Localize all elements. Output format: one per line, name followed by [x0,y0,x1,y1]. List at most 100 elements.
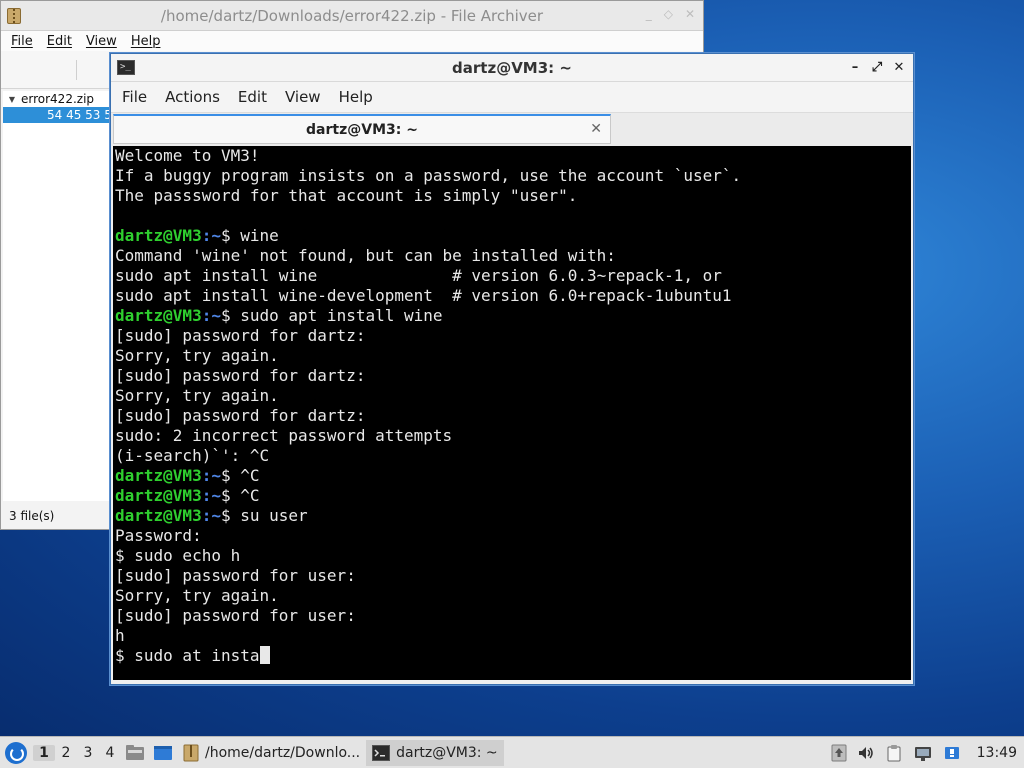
terminal-prompt-line: dartz@VM3:~$ sudo apt install wine [115,306,911,326]
tree-item-child[interactable]: 54 45 53 5 [3,107,111,123]
tree-item-label: error422.zip [21,92,95,106]
prompt-user: dartz@VM3 [115,506,202,525]
line-text: (i-search)`': ^C [115,446,270,465]
volume-icon[interactable] [857,744,875,762]
line-text: $ ^C [220,466,260,485]
archiver-menu-edit[interactable]: Edit [47,34,72,49]
archiver-maximize-button[interactable]: ◇ [664,7,673,21]
terminal-line: Command 'wine' not found, but can be ins… [115,246,911,266]
line-text: sudo: 2 incorrect password attempts [115,426,453,445]
line-text: [sudo] password for dartz: [115,326,366,345]
workspace-2[interactable]: 2 [55,745,77,761]
line-text: Password: [115,526,202,545]
workspace-switcher: 1 2 3 4 [33,744,121,761]
tab-label: dartz@VM3: ~ [306,121,418,138]
line-text: $ sudo apt install wine [220,306,443,325]
workspace-4[interactable]: 4 [99,745,121,761]
tree-item-label: 54 45 53 5 [47,108,111,122]
menu-file[interactable]: File [113,88,156,106]
update-notifier-icon[interactable] [831,744,847,762]
prompt-user: dartz@VM3 [115,466,202,485]
line-text: $ sudo echo h [115,546,241,565]
expand-arrow-icon[interactable]: ▼ [3,95,21,104]
terminal-line: [sudo] password for dartz: [115,406,911,426]
file-manager-icon[interactable] [125,744,145,762]
archiver-menu-view[interactable]: View [86,34,117,49]
terminal-line: h [115,626,911,646]
terminal-line: [sudo] password for dartz: [115,326,911,346]
tab-close-icon[interactable]: ✕ [590,121,602,137]
start-menu-icon[interactable] [5,741,27,764]
archive-tree[interactable]: ▼ error422.zip 54 45 53 5 [3,91,111,501]
terminal-line: Password: [115,526,911,546]
archiver-minimize-button[interactable]: _ [646,7,652,21]
prompt-path: :~ [201,306,221,325]
archiver-title: /home/dartz/Downloads/error422.zip - Fil… [160,6,544,25]
line-text: $ ^C [220,486,260,505]
line-text: h [115,626,125,645]
menu-help[interactable]: Help [330,88,382,106]
system-tray: 13:49 [831,744,1024,762]
clipboard-icon[interactable] [885,744,903,762]
workspace-1[interactable]: 1 [33,744,55,761]
archiver-menu-file[interactable]: File [11,34,33,49]
tree-item-root[interactable]: ▼ error422.zip [3,91,111,107]
line-text: If a buggy program insists on a password… [115,166,742,185]
terminal-prompt-line: dartz@VM3:~$ wine [115,226,911,246]
task-label: /home/dartz/Downlo... [205,744,361,761]
terminal-icon: >_ [117,60,135,75]
prompt-user: dartz@VM3 [115,226,202,245]
taskbar: 1 2 3 4 /home/dartz/Downlo... dartz@VM3:… [0,736,1024,768]
line-text: Welcome to VM3! [115,146,260,165]
terminal-line: $ sudo echo h [115,546,911,566]
terminal-line: Sorry, try again. [115,386,911,406]
terminal-prompt-line: dartz@VM3:~$ ^C [115,466,911,486]
archiver-close-button[interactable]: ✕ [685,7,695,21]
terminal-icon [372,744,391,761]
task-file-archiver[interactable]: /home/dartz/Downlo... [177,740,366,766]
terminal-line: $ sudo at insta [115,646,911,666]
line-text: [sudo] password for user: [115,566,356,585]
terminal-line: (i-search)`': ^C [115,446,911,466]
terminal-menubar: File Actions Edit View Help [111,82,913,112]
notification-icon[interactable] [943,744,961,762]
terminal-window[interactable]: >_ dartz@VM3: ~ – ⤢ ✕ File Actions Edit … [110,53,914,685]
terminal-line: sudo: 2 incorrect password attempts [115,426,911,446]
menu-view[interactable]: View [276,88,330,106]
terminal-line: Sorry, try again. [115,346,911,366]
terminal-titlebar[interactable]: >_ dartz@VM3: ~ – ⤢ ✕ [111,54,913,82]
terminal-line: The passsword for that account is simply… [115,186,911,206]
prompt-path: :~ [201,226,221,245]
close-button[interactable]: ✕ [891,59,907,75]
line-text: Command 'wine' not found, but can be ins… [115,246,616,265]
terminal-line: sudo apt install wine-development # vers… [115,286,911,306]
archive-icon [183,744,199,761]
line-text: $ wine [220,226,279,245]
terminal-line: [sudo] password for user: [115,566,911,586]
archiver-statusbar: 3 file(s) [3,505,111,527]
line-text: sudo apt install wine # version 6.0.3~re… [115,266,722,285]
line-text: sudo apt install wine-development # vers… [115,286,732,305]
archiver-titlebar[interactable]: /home/dartz/Downloads/error422.zip - Fil… [1,1,703,31]
task-terminal[interactable]: dartz@VM3: ~ [366,739,504,766]
archiver-menu-help[interactable]: Help [131,34,161,49]
maximize-button[interactable]: ⤢ [869,59,885,75]
network-icon[interactable] [913,744,933,762]
archiver-menubar: File Edit View Help [1,31,703,51]
show-desktop-icon[interactable] [153,744,173,762]
minimize-button[interactable]: – [847,59,863,75]
terminal-tab[interactable]: dartz@VM3: ~ ✕ [113,114,611,144]
clock[interactable]: 13:49 [977,745,1020,761]
terminal-line: Welcome to VM3! [115,146,911,166]
menu-actions[interactable]: Actions [156,88,229,106]
menu-edit[interactable]: Edit [229,88,276,106]
line-text: Sorry, try again. [115,386,279,405]
prompt-path: :~ [201,466,221,485]
terminal-title: dartz@VM3: ~ [452,58,572,77]
line-text: Sorry, try again. [115,346,279,365]
workspace-3[interactable]: 3 [77,745,99,761]
terminal-line: [sudo] password for dartz: [115,366,911,386]
terminal-output[interactable]: Welcome to VM3! If a buggy program insist… [113,146,911,680]
task-label: dartz@VM3: ~ [396,744,498,761]
